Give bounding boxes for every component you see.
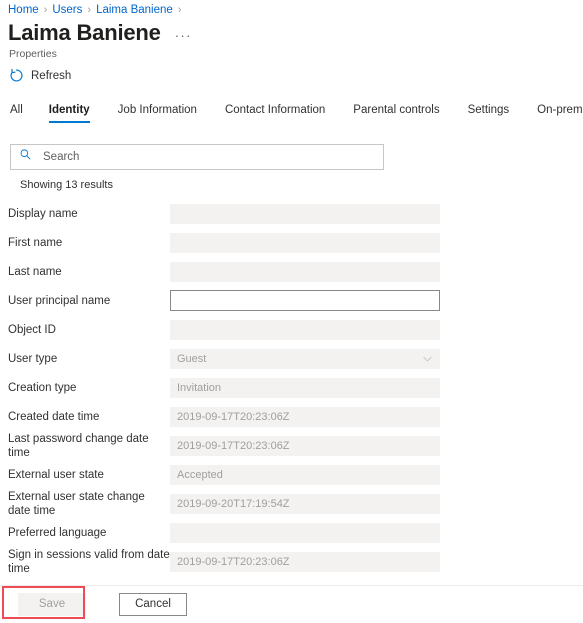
field-label: Last password change date time [8, 432, 149, 459]
save-button[interactable]: Save [18, 593, 86, 616]
field-row: Sign in sessions valid from date time [0, 547, 583, 576]
tab-on-premises[interactable]: On-premises [523, 104, 583, 123]
field-label: Object ID [8, 323, 56, 336]
field-label: Display name [8, 207, 78, 220]
page-subtitle: Properties [9, 48, 57, 60]
field-input-sign-in-sessions-valid-from-date-time [170, 551, 440, 572]
field-row: User principal name [0, 286, 583, 315]
refresh-button[interactable]: Refresh [9, 68, 71, 83]
field-label: External user state [8, 468, 104, 481]
field-label: Preferred language [8, 526, 107, 539]
user-properties-page: Home › Users › Laima Baniene › Laima Baniene … [0, 0, 583, 623]
field-control [170, 348, 440, 369]
breadcrumb-link-2[interactable]: Laima Baniene [96, 3, 173, 17]
field-input-display-name [170, 203, 440, 224]
field-control [170, 493, 440, 514]
field-control [170, 261, 440, 282]
tab-all[interactable]: All [8, 104, 35, 123]
breadcrumb-link-1[interactable]: Users [52, 3, 82, 17]
tab-contact-information[interactable]: Contact Information [211, 104, 339, 123]
search-icon [19, 148, 32, 166]
field-label: Sign in sessions valid from date time [8, 548, 170, 575]
field-control [170, 377, 440, 398]
field-control [170, 232, 440, 253]
field-input-external-user-state [170, 464, 440, 485]
field-input-object-id [170, 319, 440, 340]
field-control [170, 551, 440, 572]
footer-actions: Save Cancel [0, 586, 583, 623]
field-control [170, 522, 440, 543]
page-title: Laima Baniene [8, 20, 161, 45]
field-row: Object ID [0, 315, 583, 344]
refresh-label: Refresh [31, 69, 72, 82]
field-row: External user state change date time [0, 489, 583, 518]
field-label: Last name [8, 265, 62, 278]
refresh-icon [9, 68, 24, 83]
field-row: Last password change date time [0, 431, 583, 460]
page-title-row: Laima Baniene ··· [8, 20, 192, 46]
field-row: First name [0, 228, 583, 257]
field-label: Created date time [8, 410, 100, 423]
field-control [170, 290, 440, 311]
field-input-last-password-change-date-time [170, 435, 440, 456]
search-box[interactable] [10, 144, 384, 170]
results-count: Showing 13 results [20, 179, 113, 191]
breadcrumb-separator: › [43, 4, 48, 16]
cancel-button[interactable]: Cancel [119, 593, 187, 616]
field-input-external-user-state-change-date-time [170, 493, 440, 514]
field-row: External user state [0, 460, 583, 489]
field-row: Creation type [0, 373, 583, 402]
field-row: User type [0, 344, 583, 373]
field-label: User type [8, 352, 58, 365]
field-input-preferred-language [170, 522, 440, 543]
field-input-first-name [170, 232, 440, 253]
breadcrumb-link-0[interactable]: Home [8, 3, 39, 17]
identity-form: Display name First name Last name User prin… [0, 199, 583, 576]
field-input-user-principal-name[interactable] [170, 290, 440, 311]
field-row: Created date time [0, 402, 583, 431]
tab-bar: All Identity Job Information Contact Inform… [8, 104, 583, 123]
search-input[interactable] [41, 145, 375, 169]
field-label: Creation type [8, 381, 77, 394]
breadcrumb-separator: › [87, 4, 92, 16]
field-label: First name [8, 236, 63, 249]
field-input-creation-type [170, 377, 440, 398]
field-control [170, 203, 440, 224]
breadcrumb: Home › Users › Laima Baniene › [8, 3, 186, 17]
tab-parental-controls[interactable]: Parental controls [339, 104, 453, 123]
field-input-created-date-time [170, 406, 440, 427]
tab-identity[interactable]: Identity [35, 104, 104, 123]
field-control [170, 319, 440, 340]
field-control [170, 435, 440, 456]
field-label: External user state change date time [8, 490, 145, 517]
field-row: Preferred language [0, 518, 583, 547]
field-control [170, 464, 440, 485]
field-row: Last name [0, 257, 583, 286]
overflow-menu-icon[interactable]: ··· [175, 29, 192, 42]
field-control [170, 406, 440, 427]
tab-job-information[interactable]: Job Information [104, 104, 211, 123]
breadcrumb-separator: › [177, 4, 182, 16]
tab-settings[interactable]: Settings [454, 104, 524, 123]
field-input-user-type [170, 348, 440, 369]
field-input-last-name [170, 261, 440, 282]
field-row: Display name [0, 199, 583, 228]
field-label: User principal name [8, 294, 111, 307]
